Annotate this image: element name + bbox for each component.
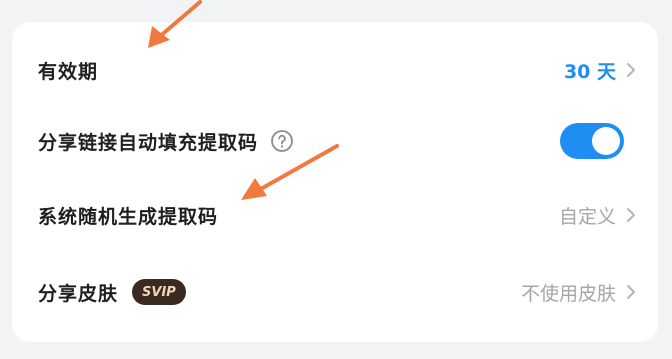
toggle-knob (592, 127, 620, 155)
auto-fill-code-toggle[interactable] (560, 123, 624, 159)
validity-row[interactable]: 有效期 30 天 (12, 40, 658, 100)
share-skin-label: 分享皮肤 (38, 282, 119, 305)
question-circle-icon[interactable] (270, 129, 294, 153)
auto-fill-code-row: 分享链接自动填充提取码 (12, 111, 658, 171)
random-code-value: 自定义 (558, 205, 616, 228)
random-code-label: 系统随机生成提取码 (38, 205, 219, 228)
chevron-right-icon (627, 63, 635, 77)
auto-fill-code-label: 分享链接自动填充提取码 (38, 131, 259, 154)
settings-card: 有效期 30 天 分享链接自动填充提取码 系统随机生成提取码 自定义 分享皮肤 (12, 22, 658, 342)
validity-label: 有效期 (38, 60, 99, 83)
auto-fill-code-label-group: 分享链接自动填充提取码 (38, 128, 294, 155)
chevron-right-icon (627, 208, 635, 222)
random-code-row[interactable]: 系统随机生成提取码 自定义 (12, 185, 658, 245)
share-skin-value: 不使用皮肤 (520, 282, 616, 305)
validity-value: 30 天 (563, 60, 616, 83)
share-skin-label-group: 分享皮肤 SVIP (38, 279, 186, 306)
chevron-right-icon (627, 285, 635, 299)
share-skin-row[interactable]: 分享皮肤 SVIP 不使用皮肤 (12, 262, 658, 322)
svip-badge: SVIP (132, 279, 186, 305)
